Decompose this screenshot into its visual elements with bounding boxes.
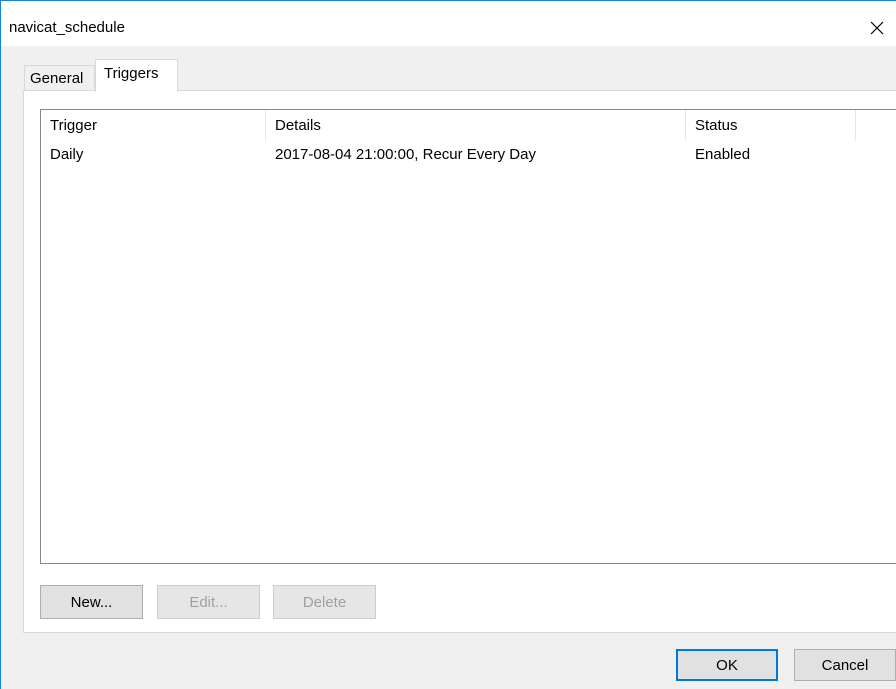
dialog-window: navicat_schedule General Triggers Trigge… (0, 0, 896, 689)
window-title: navicat_schedule (9, 19, 125, 36)
tab-general[interactable]: General (24, 65, 95, 91)
cell-trigger: Daily (50, 145, 84, 163)
triggers-tab-panel: Trigger Details Status Daily 2017-08-04 … (23, 90, 896, 633)
tab-triggers[interactable]: Triggers (95, 59, 178, 92)
table-row[interactable]: Daily 2017-08-04 21:00:00, Recur Every D… (41, 141, 896, 167)
edit-trigger-button[interactable]: Edit... (157, 585, 260, 619)
cell-details: 2017-08-04 21:00:00, Recur Every Day (275, 145, 536, 163)
ok-button[interactable]: OK (676, 649, 778, 681)
triggers-list[interactable]: Trigger Details Status Daily 2017-08-04 … (40, 109, 896, 564)
column-header-trigger[interactable]: Trigger (41, 110, 266, 141)
column-header-details[interactable]: Details (266, 110, 686, 141)
cell-status: Enabled (695, 145, 751, 163)
list-header: Trigger Details Status (41, 110, 896, 141)
close-icon (870, 21, 884, 35)
new-trigger-button[interactable]: New... (40, 585, 143, 619)
delete-trigger-button[interactable]: Delete (273, 585, 376, 619)
close-button[interactable] (857, 13, 896, 43)
title-bar[interactable]: navicat_schedule (1, 1, 896, 46)
cancel-button[interactable]: Cancel (794, 649, 896, 681)
column-header-status[interactable]: Status (686, 110, 856, 141)
